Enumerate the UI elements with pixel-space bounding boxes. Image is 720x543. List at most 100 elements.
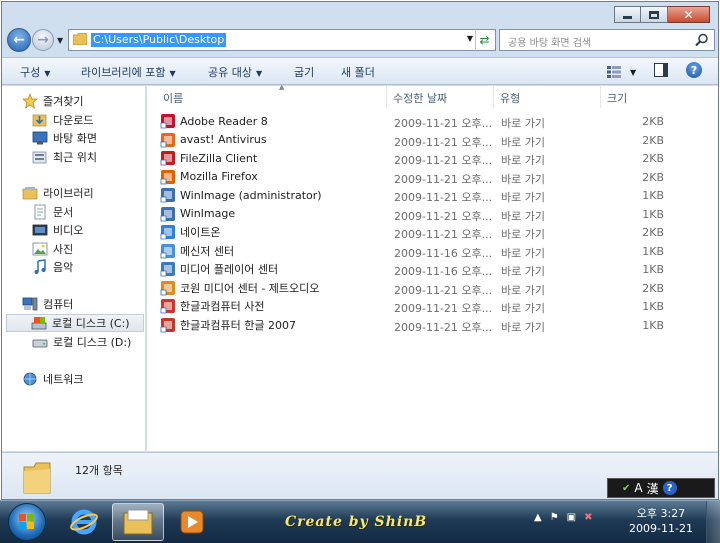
back-button[interactable]: ← xyxy=(7,28,31,52)
file-type: 바로 가기 xyxy=(501,283,545,297)
winimage-icon xyxy=(160,206,175,221)
column-header-name[interactable]: ▲ 이름 xyxy=(157,83,387,108)
nav-item-desktop[interactable]: 바탕 화면 xyxy=(32,129,97,147)
burn-button[interactable]: 굽기 xyxy=(294,64,314,80)
ime-mode[interactable]: A xyxy=(634,481,642,495)
nav-network[interactable]: 네트워크 xyxy=(22,370,83,388)
videos-icon xyxy=(32,224,48,236)
file-size: 1KB xyxy=(642,244,664,258)
file-date: 2009-11-21 오후... xyxy=(394,283,493,297)
file-name-cell[interactable]: Adobe Reader 8 xyxy=(160,113,268,129)
file-row[interactable]: WinImage 2009-11-21 오후... 바로 가기 1KB xyxy=(160,205,680,223)
file-name-cell[interactable]: 메신저 센터 xyxy=(160,243,234,259)
taskbar-explorer[interactable] xyxy=(112,503,164,541)
file-name-cell[interactable]: 코원 미디어 센터 - 제트오디오 xyxy=(160,280,319,296)
internet-explorer-icon xyxy=(70,509,98,535)
file-name-label: 메신저 센터 xyxy=(180,244,235,258)
nav-favorites[interactable]: 즐겨찾기 xyxy=(22,92,83,110)
volume-muted-icon[interactable]: ✖ xyxy=(584,512,592,523)
file-name-cell[interactable]: WinImage xyxy=(160,206,235,222)
nav-libraries[interactable]: 라이브러리 xyxy=(22,184,94,202)
nav-item-local-disk-d[interactable]: 로컬 디스크 (D:) xyxy=(32,333,131,351)
file-name-cell[interactable]: 한글과컴퓨터 한글 2007 xyxy=(160,317,296,333)
column-header-modified[interactable]: 수정한 날짜 xyxy=(387,86,494,108)
file-name-label: WinImage (administrator) xyxy=(180,188,322,202)
nav-item-videos[interactable]: 비디오 xyxy=(32,221,83,239)
minimize-button[interactable] xyxy=(614,6,641,23)
help-icon[interactable]: ? xyxy=(686,62,702,78)
file-row[interactable]: 미디어 플레이어 센터 2009-11-16 오후... 바로 가기 1KB xyxy=(160,260,680,278)
nav-computer[interactable]: 컴퓨터 xyxy=(22,295,73,313)
nav-item-pictures[interactable]: 사진 xyxy=(32,240,73,258)
file-size: 1KB xyxy=(642,318,664,332)
address-dropdown-icon[interactable]: ▼ xyxy=(467,34,473,43)
show-desktop-button[interactable] xyxy=(706,501,720,543)
recent-places-icon xyxy=(32,151,47,164)
documents-icon xyxy=(34,204,46,220)
file-name-label: FileZilla Client xyxy=(180,151,258,165)
recent-pages-dropdown[interactable]: ▼ xyxy=(57,36,63,45)
action-center-flag-icon[interactable]: ⚑ xyxy=(550,512,559,523)
share-with-label: 공유 대상 xyxy=(208,66,252,79)
refresh-button[interactable]: ⇄ xyxy=(475,31,493,49)
file-name-cell[interactable]: WinImage (administrator) xyxy=(160,187,322,203)
file-row[interactable]: 한글과컴퓨터 한글 2007 2009-11-21 오후... 바로 가기 1KB xyxy=(160,316,680,334)
taskbar-media-player[interactable] xyxy=(166,503,218,541)
show-hidden-icons-icon[interactable]: ▲ xyxy=(534,512,542,523)
file-row[interactable]: Mozilla Firefox 2009-11-21 오후... 바로 가기 2KB xyxy=(160,168,680,186)
brand-watermark: Create by ShinB xyxy=(285,514,428,530)
forward-button[interactable]: → xyxy=(32,29,54,51)
ime-hanja[interactable]: 漢 xyxy=(647,480,659,497)
file-row[interactable]: FileZilla Client 2009-11-21 오후... 바로 가기 2KB xyxy=(160,149,680,167)
file-list: ▲ 이름 수정한 날짜 유형 크기 Adobe Reader 8 2009-11-… xyxy=(147,83,718,451)
nav-item-recent-places[interactable]: 최근 위치 xyxy=(32,148,97,166)
maximize-button[interactable] xyxy=(641,6,668,23)
include-library-menu[interactable]: 라이브러리에 포함 ▼ xyxy=(81,64,176,80)
change-view-button[interactable]: ▼ xyxy=(607,63,639,81)
file-row[interactable]: WinImage (administrator) 2009-11-21 오후...… xyxy=(160,186,680,204)
file-name-cell[interactable]: avast! Antivirus xyxy=(160,132,267,148)
file-name-cell[interactable]: FileZilla Client xyxy=(160,150,257,166)
address-path[interactable]: C:\Users\Public\Desktop xyxy=(91,33,227,47)
file-size: 2KB xyxy=(642,115,664,128)
file-row[interactable]: 메신저 센터 2009-11-16 오후... 바로 가기 1KB xyxy=(160,242,680,260)
column-header-size[interactable]: 크기 xyxy=(601,86,711,108)
file-row[interactable]: avast! Antivirus 2009-11-21 오후... 바로 가기 2KB xyxy=(160,131,680,149)
nav-item-downloads[interactable]: 다운로드 xyxy=(32,111,93,129)
file-row[interactable]: 코원 미디어 센터 - 제트오디오 2009-11-21 오후... 바로 가기 2K… xyxy=(160,279,680,297)
file-date: 2009-11-21 오후... xyxy=(394,302,493,315)
close-button[interactable]: ✕ xyxy=(668,6,710,23)
nav-item-documents[interactable]: 문서 xyxy=(32,203,73,221)
library-icon xyxy=(22,187,38,200)
ime-language-bar[interactable]: ✔ A 漢 ? xyxy=(607,478,715,498)
file-type: 바로 가기 xyxy=(501,209,545,223)
nav-item-local-disk-c[interactable]: 로컬 디스크 (C:) xyxy=(6,314,144,332)
file-type: 바로 가기 xyxy=(501,117,545,130)
clock[interactable]: 오후 3:27 2009-11-21 xyxy=(628,506,694,536)
file-row[interactable]: Adobe Reader 8 2009-11-21 오후... 바로 가기 2KB xyxy=(160,112,680,130)
column-header-type[interactable]: 유형 xyxy=(494,86,601,108)
share-with-menu[interactable]: 공유 대상 ▼ xyxy=(208,64,262,80)
address-bar[interactable]: C:\Users\Public\Desktop ▼ ⇄ xyxy=(68,29,496,51)
file-name-cell[interactable]: 미디어 플레이어 센터 xyxy=(160,261,278,277)
start-button[interactable] xyxy=(8,503,46,541)
search-input[interactable]: 공용 바탕 화면 검색 xyxy=(499,29,715,51)
new-folder-button[interactable]: 새 폴더 xyxy=(341,64,375,80)
file-row[interactable]: 네이트온 2009-11-21 오후... 바로 가기 2KB xyxy=(160,223,680,241)
ime-help-icon[interactable]: ? xyxy=(662,481,677,495)
file-name-cell[interactable]: Mozilla Firefox xyxy=(160,169,258,185)
file-name-label: 한글과컴퓨터 사전 xyxy=(180,300,265,313)
preview-pane-button[interactable] xyxy=(654,63,668,77)
file-name-cell[interactable]: 네이트온 xyxy=(160,224,220,240)
taskbar-internet-explorer[interactable] xyxy=(58,503,110,541)
organize-menu[interactable]: 구성 ▼ xyxy=(20,64,50,80)
network-status-icon[interactable]: ▣ xyxy=(567,512,576,523)
nav-item-music[interactable]: 음악 xyxy=(32,258,73,276)
file-date: 2009-11-21 오후... xyxy=(394,228,493,241)
close-icon: ✕ xyxy=(683,7,694,22)
file-row[interactable]: 한글과컴퓨터 사전 2009-11-21 오후... 바로 가기 1KB xyxy=(160,297,680,315)
file-name-cell[interactable]: 한글과컴퓨터 사전 xyxy=(160,298,264,314)
search-icon[interactable] xyxy=(695,33,709,47)
item-count: 12개 항목 xyxy=(75,464,123,477)
file-type: 바로 가기 xyxy=(501,302,545,315)
